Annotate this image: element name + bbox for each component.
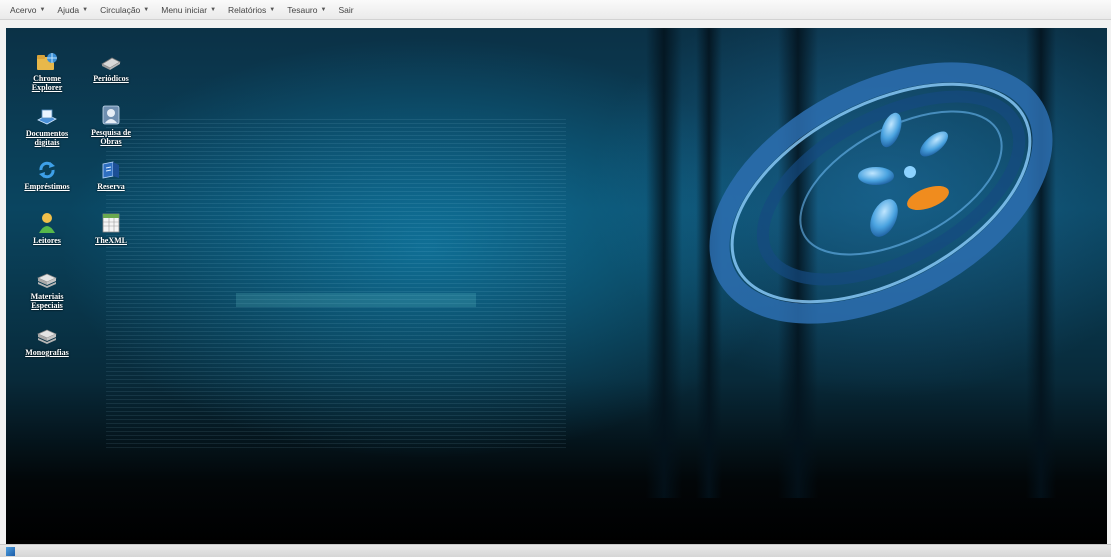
- desktop-icon-label: Periódicos: [93, 74, 129, 83]
- menu-menu-iniciar[interactable]: Menu iniciar ▼: [161, 5, 216, 15]
- refresh-arrows-icon: [39, 161, 55, 179]
- wallpaper-logo: [709, 62, 1053, 324]
- desktop-icon-reserva[interactable]: Reserva: [82, 160, 140, 191]
- desktop-icon-label: TheXML: [95, 236, 127, 245]
- desktop-icon-chrome-explorer[interactable]: Chrome Explorer: [18, 52, 76, 92]
- start-button[interactable]: [6, 547, 15, 556]
- menu-circulacao[interactable]: Circulação ▼: [100, 5, 149, 15]
- desktop-icon-pesquisa-de-obras[interactable]: Pesquisa de Obras: [82, 104, 140, 146]
- menu-acervo[interactable]: Acervo ▼: [10, 5, 45, 15]
- digital-document-icon: [37, 109, 57, 125]
- desktop-icon-label: Documentos digitais: [25, 129, 69, 147]
- folder-globe-icon: [37, 53, 57, 70]
- chevron-down-icon: ▼: [143, 6, 150, 13]
- chevron-down-icon: ▼: [210, 6, 217, 13]
- wallpaper-pillar: [646, 28, 682, 498]
- wallpaper-code-highlight: [236, 293, 476, 307]
- desktop-icon-leitores[interactable]: Leitores: [18, 212, 76, 245]
- desktop-icon-periodicos[interactable]: Periódicos: [82, 52, 140, 83]
- books-icon: [101, 57, 121, 70]
- menu-tesauro[interactable]: Tesauro ▼: [287, 5, 326, 15]
- desktop: Chrome Explorer Periódicos Documentos di…: [6, 28, 1107, 544]
- chevron-down-icon: ▼: [82, 6, 89, 13]
- desktop-icon-label: Empréstimos: [24, 182, 70, 191]
- taskbar: [0, 544, 1111, 557]
- desktop-icon-label: Chrome Explorer: [31, 74, 63, 92]
- desktop-icon-label: Materiais Especiais: [30, 292, 64, 310]
- desktop-icon-label: Leitores: [33, 236, 61, 245]
- reserve-book-icon: [102, 161, 119, 179]
- desktop-icon-documentos-digitais[interactable]: Documentos digitais: [18, 107, 76, 147]
- user-icon: [39, 213, 55, 233]
- wallpaper-code-texture: [106, 118, 566, 448]
- chevron-down-icon: ▼: [39, 6, 46, 13]
- menu-sair[interactable]: Sair: [338, 5, 353, 15]
- desktop-icon-label: Monografias: [25, 348, 69, 357]
- chevron-down-icon: ▼: [269, 6, 276, 13]
- desktop-icon-materiais-especiais[interactable]: Materiais Especiais: [18, 270, 76, 310]
- spreadsheet-icon: [102, 213, 120, 233]
- desktop-icon-monografias[interactable]: Monografias: [18, 326, 76, 357]
- menu-ajuda[interactable]: Ajuda ▼: [57, 5, 88, 15]
- chevron-down-icon: ▼: [320, 6, 327, 13]
- stacked-books-icon: [37, 273, 57, 288]
- desktop-icon-thexml[interactable]: TheXML: [82, 212, 140, 245]
- menu-relatorios[interactable]: Relatórios ▼: [228, 5, 275, 15]
- stacked-books-icon: [37, 329, 57, 344]
- desktop-icon-label: Pesquisa de Obras: [91, 128, 131, 146]
- menu-bar: Acervo ▼ Ajuda ▼ Circulação ▼ Menu iniciar ▼…: [0, 0, 1111, 20]
- desktop-icon-emprestimos[interactable]: Empréstimos: [18, 160, 76, 191]
- desktop-icon-label: Reserva: [97, 182, 125, 191]
- search-person-icon: [102, 105, 120, 125]
